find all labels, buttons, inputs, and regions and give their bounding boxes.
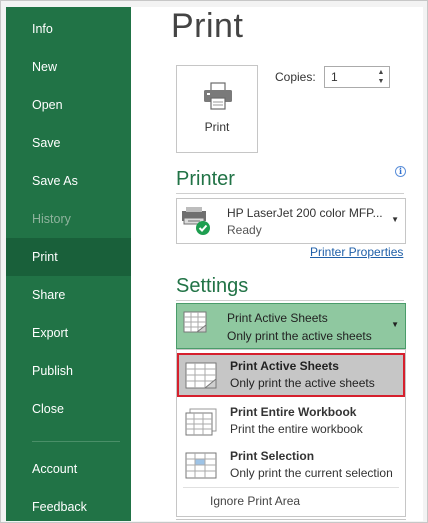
chevron-down-icon: ▼ [391, 215, 399, 224]
printer-icon [203, 82, 233, 115]
printer-status: Ready [227, 223, 262, 237]
print-what-menu: Print Active Sheets Only print the activ… [176, 349, 406, 517]
sidebar-item-publish[interactable]: Publish [6, 352, 131, 390]
info-icon[interactable]: i [395, 166, 406, 177]
next-setting-edge [176, 519, 406, 520]
copies-value: 1 [331, 70, 338, 84]
decrement-icon[interactable]: ▼ [375, 77, 387, 87]
sidebar-item-save[interactable]: Save [6, 124, 131, 162]
print-what-dropdown[interactable]: Print Active Sheets Only print the activ… [176, 303, 406, 349]
option-subtitle: Only print the active sheets [230, 376, 375, 390]
sidebar-item-label: Open [32, 98, 63, 112]
active-sheets-icon [183, 311, 209, 340]
printer-name: HP LaserJet 200 color MFP... [227, 206, 383, 220]
option-title: Print Selection [230, 449, 315, 463]
sidebar-item-open[interactable]: Open [6, 86, 131, 124]
sidebar-item-account[interactable]: Account [6, 450, 131, 488]
sidebar-item-label: Info [32, 22, 53, 36]
printer-properties-link[interactable]: Printer Properties [310, 245, 403, 259]
printer-divider [176, 193, 404, 194]
selected-option-subtitle: Only print the active sheets [227, 329, 372, 343]
copies-label: Copies: [275, 70, 316, 84]
option-title: Print Entire Workbook [230, 405, 357, 419]
printer-ready-icon [179, 205, 213, 242]
sidebar-item-save-as[interactable]: Save As [6, 162, 131, 200]
option-print-selection[interactable]: Print Selection Only print the current s… [177, 443, 405, 487]
sidebar-item-label: Account [32, 462, 78, 476]
sidebar-item-feedback[interactable]: Feedback [6, 488, 131, 523]
sidebar-item-label: Export [32, 326, 69, 340]
printer-heading: Printer [176, 168, 235, 190]
option-title: Print Active Sheets [230, 359, 339, 373]
backstage-sidebar: Info New Open Save Save As History Print… [6, 7, 131, 521]
chevron-down-icon: ▼ [391, 320, 399, 329]
sidebar-item-label: Publish [32, 364, 73, 378]
backstage-window: Info New Open Save Save As History Print… [0, 0, 428, 523]
selected-option-title: Print Active Sheets [227, 311, 328, 325]
menu-divider [183, 487, 399, 488]
sidebar-item-history: History [6, 200, 131, 238]
print-button-label: Print [204, 120, 230, 134]
sidebar-item-close[interactable]: Close [6, 390, 131, 428]
copies-stepper[interactable]: 1 ▲ ▼ [324, 66, 390, 88]
sidebar-item-label: Share [32, 288, 66, 302]
active-sheets-icon [185, 362, 219, 395]
selection-icon [185, 452, 219, 485]
sidebar-divider [32, 441, 120, 442]
option-subtitle: Only print the current selection [230, 466, 393, 480]
settings-divider [176, 300, 404, 301]
sidebar-item-new[interactable]: New [6, 48, 131, 86]
sidebar-item-print[interactable]: Print [6, 238, 131, 276]
workbook-icon [185, 408, 219, 441]
sidebar-item-label: Feedback [32, 500, 87, 514]
sidebar-item-label: Save [32, 136, 61, 150]
print-button[interactable]: Print [176, 65, 258, 153]
ignore-print-area-option[interactable]: Ignore Print Area [210, 494, 300, 508]
sidebar-item-info[interactable]: Info [6, 10, 131, 48]
print-pane: Print Print Copies: 1 ▲ ▼ i Printer HP L… [131, 7, 423, 521]
sidebar-item-export[interactable]: Export [6, 314, 131, 352]
sidebar-item-label: History [32, 212, 71, 226]
printer-dropdown[interactable]: HP LaserJet 200 color MFP... Ready ▼ [176, 198, 406, 244]
option-print-active-sheets[interactable]: Print Active Sheets Only print the activ… [177, 353, 405, 397]
sidebar-item-share[interactable]: Share [6, 276, 131, 314]
sidebar-item-label: New [32, 60, 58, 74]
sidebar-item-label: Print [32, 250, 58, 264]
settings-heading: Settings [176, 275, 249, 297]
option-print-entire-workbook[interactable]: Print Entire Workbook Print the entire w… [177, 399, 405, 443]
page-title: Print [171, 7, 244, 45]
option-subtitle: Print the entire workbook [230, 422, 363, 436]
sidebar-item-label: Close [32, 402, 64, 416]
sidebar-item-label: Save As [32, 174, 78, 188]
